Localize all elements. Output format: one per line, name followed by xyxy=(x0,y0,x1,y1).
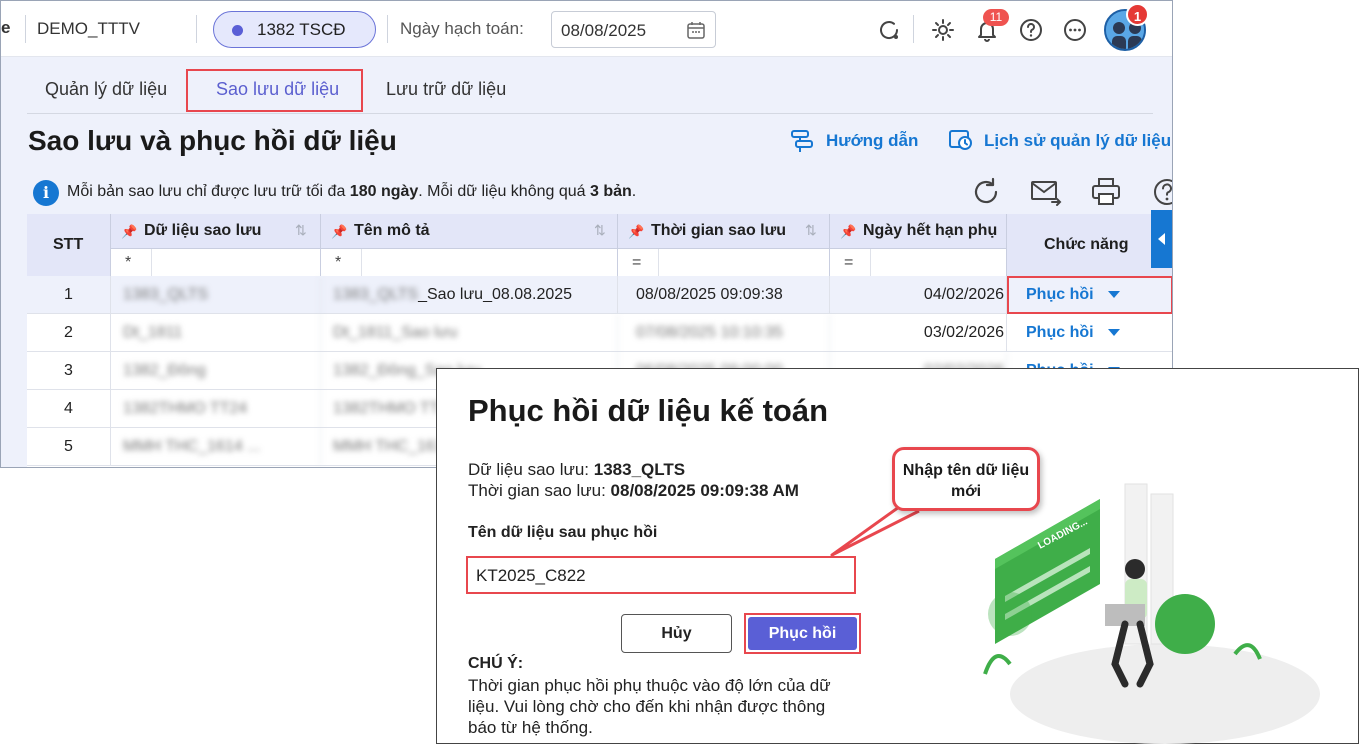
print-icon[interactable] xyxy=(1090,176,1122,208)
tenant-dot-icon xyxy=(232,25,243,36)
refresh-icon[interactable] xyxy=(970,176,1002,208)
cell-stt: 3 xyxy=(27,352,111,390)
divider xyxy=(25,15,26,43)
posting-date-label: Ngày hạch toán: xyxy=(400,19,524,38)
loading-illustration: LOADING... xyxy=(983,483,1320,744)
signpost-icon[interactable] xyxy=(789,127,815,153)
tab-data-management[interactable]: Quản lý dữ liệu xyxy=(45,79,167,100)
tenant-selector[interactable]: 1382 TSCĐ xyxy=(213,11,376,48)
avatar-badge: 1 xyxy=(1126,3,1149,26)
table-row[interactable]: 2 Dt_1811 Dt_1811_Sao lưu 07/08/2025 10:… xyxy=(27,314,1172,352)
retention-notice: Mỗi bản sao lưu chỉ được lưu trữ tối đa … xyxy=(67,183,637,200)
divider xyxy=(387,15,388,43)
cell-backup-time: 08/08/2025 09:09:38 xyxy=(618,276,830,314)
posting-date-field[interactable]: 08/08/2025 xyxy=(551,11,716,48)
cell-backup-data: MMH THC_1614 ... xyxy=(111,428,321,466)
sort-icon[interactable]: ⇅ xyxy=(805,222,817,239)
help-icon[interactable] xyxy=(1018,17,1044,43)
backup-time: Thời gian sao lưu: 08/08/2025 09:09:38 A… xyxy=(468,481,799,500)
cell-description: 1383_QLTS_Sao lưu_08.08.2025 xyxy=(321,276,618,314)
notification-count-badge: 11 xyxy=(983,9,1009,26)
divider xyxy=(913,15,914,43)
restore-name-label: Tên dữ liệu sau phục hồi xyxy=(468,524,658,541)
pin-icon[interactable]: 📌 xyxy=(840,224,856,240)
filter-expiry-date[interactable]: = xyxy=(830,248,1007,277)
active-tab-highlight xyxy=(186,69,363,112)
cell-stt: 1 xyxy=(27,276,111,314)
gear-icon[interactable] xyxy=(930,17,956,43)
posting-date-value: 08/08/2025 xyxy=(561,21,647,40)
filter-backup-time[interactable]: = xyxy=(618,248,830,277)
cell-backup-data: 1382_Đông xyxy=(111,352,321,390)
cell-expiry-date: 03/02/2026 xyxy=(830,314,1007,352)
tab-data-archive[interactable]: Lưu trữ dữ liệu xyxy=(386,79,506,100)
calendar-icon[interactable] xyxy=(686,20,706,40)
page-title: Sao lưu và phục hồi dữ liệu xyxy=(28,125,397,156)
backup-source: Dữ liệu sao lưu: 1383_QLTS xyxy=(468,460,686,479)
tenant-label: 1382 TSCĐ xyxy=(257,20,346,39)
cell-description: Dt_1811_Sao lưu xyxy=(321,314,618,352)
cell-stt: 5 xyxy=(27,428,111,466)
cell-expiry-date: 04/02/2026 xyxy=(830,276,1007,314)
sort-icon[interactable]: ⇅ xyxy=(295,222,307,239)
table-row[interactable]: 1 1383_QLTS 1383_QLTS_Sao lưu_08.08.2025… xyxy=(27,276,1172,314)
filter-description[interactable]: * xyxy=(321,248,618,277)
app-name-fragment: e xyxy=(1,18,11,37)
sort-icon[interactable]: ⇅ xyxy=(594,222,606,239)
filter-backup-data[interactable]: * xyxy=(111,248,321,277)
more-icon[interactable] xyxy=(1062,17,1088,43)
top-bar: e DEMO_TTTV 1382 TSCĐ Ngày hạch toán: 08… xyxy=(1,1,1172,57)
restore-action[interactable]: Phục hồi xyxy=(1007,314,1172,352)
pin-icon[interactable]: 📌 xyxy=(331,224,347,240)
column-header-actions: Chức năng xyxy=(1007,214,1172,276)
cancel-button[interactable]: Hủy xyxy=(621,614,732,653)
cell-backup-data: Dt_1811 xyxy=(111,314,321,352)
restore-name-field-highlight xyxy=(466,556,856,594)
note-text: Thời gian phục hồi phụ thuộc vào độ lớn … xyxy=(468,676,831,737)
restore-name-input[interactable] xyxy=(476,564,846,588)
cell-stt: 2 xyxy=(27,314,111,352)
guide-link[interactable]: Hướng dẫn xyxy=(826,131,918,151)
dialog-title: Phục hồi dữ liệu kế toán xyxy=(468,393,829,428)
tabs-divider xyxy=(27,113,1153,114)
pin-icon[interactable]: 📌 xyxy=(121,224,137,240)
company-name[interactable]: DEMO_TTTV xyxy=(37,19,140,39)
history-link[interactable]: Lịch sử quản lý dữ liệu xyxy=(984,131,1171,151)
help-icon[interactable] xyxy=(1151,176,1173,208)
cell-backup-data: 1382THMO TT24 xyxy=(111,390,321,428)
restore-dialog: Phục hồi dữ liệu kế toán Dữ liệu sao lưu… xyxy=(436,368,1359,744)
restore-button-highlight: Phục hồi xyxy=(744,613,861,654)
chevron-down-icon[interactable] xyxy=(1107,329,1120,337)
divider xyxy=(196,15,197,43)
cell-stt: 4 xyxy=(27,390,111,428)
send-email-icon[interactable] xyxy=(1030,176,1062,208)
cell-backup-time: 07/08/2025 10:10:35 xyxy=(618,314,830,352)
pin-icon[interactable]: 📌 xyxy=(628,224,644,240)
history-icon[interactable] xyxy=(948,127,974,153)
restore-button[interactable]: Phục hồi xyxy=(748,617,857,650)
info-icon: i xyxy=(33,180,59,206)
cell-backup-data: 1383_QLTS xyxy=(111,276,321,314)
collapse-panel-handle[interactable] xyxy=(1151,210,1172,268)
loading-icon[interactable] xyxy=(876,17,902,43)
restore-action-highlight xyxy=(1007,276,1172,314)
column-header-stt: STT xyxy=(27,214,111,276)
note-title: CHÚ Ý: xyxy=(468,655,524,672)
